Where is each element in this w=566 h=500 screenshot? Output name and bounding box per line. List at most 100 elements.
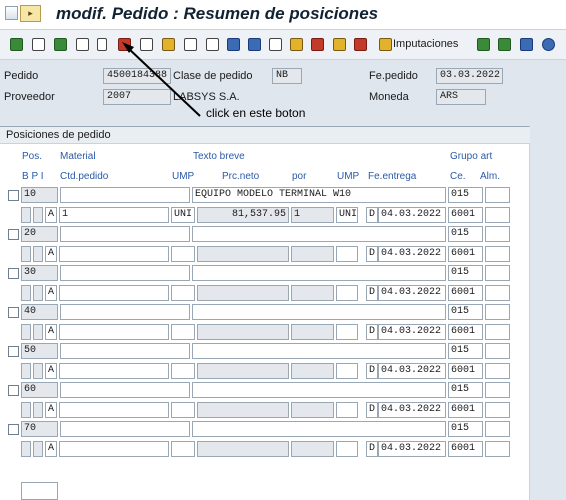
row-checkbox[interactable]	[8, 346, 19, 357]
document-overview-icon[interactable]	[32, 38, 45, 51]
b-field[interactable]	[21, 363, 31, 379]
pos-field[interactable]: 70	[21, 421, 58, 437]
structure-icon[interactable]	[498, 38, 511, 51]
alm-field[interactable]	[485, 363, 510, 379]
ump2-field[interactable]	[336, 402, 358, 418]
ctd-pedido-field[interactable]	[59, 402, 169, 418]
item-detail-icon[interactable]	[54, 38, 67, 51]
clase-field[interactable]: NB	[272, 68, 302, 84]
row-checkbox[interactable]	[8, 385, 19, 396]
conditions-icon[interactable]	[333, 38, 346, 51]
i-field[interactable]: A	[45, 441, 57, 457]
i-field[interactable]: A	[45, 285, 57, 301]
material-field[interactable]	[60, 382, 190, 398]
ump-field[interactable]	[171, 402, 195, 418]
d-field[interactable]: D	[366, 207, 378, 223]
material-field[interactable]	[60, 343, 190, 359]
dropdown-menu-button[interactable]: ▸	[20, 5, 41, 22]
fe-entrega-field[interactable]: 04.03.2022	[378, 246, 446, 262]
p-field[interactable]	[33, 207, 43, 223]
partners-icon[interactable]	[162, 38, 175, 51]
d-field[interactable]: D	[366, 402, 378, 418]
material-field[interactable]	[60, 421, 190, 437]
analysis-icon[interactable]	[248, 38, 261, 51]
ump-field[interactable]	[171, 324, 195, 340]
p-field[interactable]	[33, 441, 43, 457]
find-icon[interactable]	[184, 38, 197, 51]
texto-breve-field[interactable]: EQUIPO MODELO TERMINAL W10	[192, 187, 446, 203]
material-field[interactable]	[60, 226, 190, 242]
pos-field[interactable]: 20	[21, 226, 58, 242]
imputaciones-icon[interactable]	[379, 38, 392, 51]
ump2-field[interactable]	[336, 324, 358, 340]
header-overview-icon[interactable]	[10, 38, 23, 51]
grupo-extra-field[interactable]	[485, 343, 510, 359]
input-box[interactable]	[21, 482, 58, 500]
por-field[interactable]	[291, 285, 334, 301]
grupo-art-field[interactable]: 015	[448, 304, 483, 320]
i-field[interactable]: A	[45, 324, 57, 340]
prc-neto-field[interactable]	[197, 441, 289, 457]
b-field[interactable]	[21, 441, 31, 457]
messages-icon[interactable]	[354, 38, 367, 51]
proveedor-field[interactable]: 2007	[103, 89, 171, 105]
grupo-extra-field[interactable]	[485, 265, 510, 281]
prc-neto-field[interactable]	[197, 246, 289, 262]
configuration-icon[interactable]	[227, 38, 240, 51]
grupo-art-field[interactable]: 015	[448, 421, 483, 437]
system-menu-icon[interactable]	[5, 6, 18, 20]
pos-field[interactable]: 40	[21, 304, 58, 320]
por-field[interactable]	[291, 441, 334, 457]
checklist-icon[interactable]	[269, 38, 282, 51]
ce-field[interactable]: 6001	[448, 363, 483, 379]
ctd-pedido-field[interactable]	[59, 324, 169, 340]
material-field[interactable]	[60, 187, 190, 203]
grupo-extra-field[interactable]	[485, 187, 510, 203]
pos-field[interactable]: 30	[21, 265, 58, 281]
edit-icon[interactable]	[290, 38, 303, 51]
p-field[interactable]	[33, 285, 43, 301]
grupo-extra-field[interactable]	[485, 226, 510, 242]
alm-field[interactable]	[485, 402, 510, 418]
alm-field[interactable]	[485, 207, 510, 223]
i-field[interactable]: A	[45, 207, 57, 223]
por-field[interactable]: 1	[291, 207, 334, 223]
texto-breve-field[interactable]	[192, 265, 446, 281]
texto-breve-field[interactable]	[192, 382, 446, 398]
help-icon[interactable]	[542, 38, 555, 51]
grupo-art-field[interactable]: 015	[448, 187, 483, 203]
row-checkbox[interactable]	[8, 307, 19, 318]
ctd-pedido-field[interactable]	[59, 285, 169, 301]
row-checkbox[interactable]	[8, 268, 19, 279]
grupo-art-field[interactable]: 015	[448, 226, 483, 242]
b-field[interactable]	[21, 402, 31, 418]
texto-breve-field[interactable]	[192, 226, 446, 242]
i-field[interactable]: A	[45, 246, 57, 262]
grupo-extra-field[interactable]	[485, 304, 510, 320]
ump2-field[interactable]	[336, 246, 358, 262]
ce-field[interactable]: 6001	[448, 441, 483, 457]
b-field[interactable]	[21, 285, 31, 301]
ump-field[interactable]	[171, 285, 195, 301]
ce-field[interactable]: 6001	[448, 246, 483, 262]
fe-entrega-field[interactable]: 04.03.2022	[378, 324, 446, 340]
ump2-field[interactable]: UNI	[336, 207, 358, 223]
texto-breve-field[interactable]	[192, 343, 446, 359]
ce-field[interactable]: 6001	[448, 207, 483, 223]
pedido-field[interactable]: 4500184388	[103, 68, 171, 84]
delivery-truck-icon[interactable]	[311, 38, 324, 51]
ump-field[interactable]	[171, 441, 195, 457]
ctd-pedido-field[interactable]	[59, 441, 169, 457]
ump-field[interactable]	[171, 363, 195, 379]
ce-field[interactable]: 6001	[448, 324, 483, 340]
prc-neto-field[interactable]	[197, 402, 289, 418]
fe-entrega-field[interactable]: 04.03.2022	[378, 285, 446, 301]
fe-entrega-field[interactable]: 04.03.2022	[378, 207, 446, 223]
new-document-icon[interactable]	[76, 38, 89, 51]
alm-field[interactable]	[485, 324, 510, 340]
fe-entrega-field[interactable]: 04.03.2022	[378, 363, 446, 379]
ce-field[interactable]: 6001	[448, 402, 483, 418]
d-field[interactable]: D	[366, 246, 378, 262]
pos-field[interactable]: 50	[21, 343, 58, 359]
fe-entrega-field[interactable]: 04.03.2022	[378, 402, 446, 418]
